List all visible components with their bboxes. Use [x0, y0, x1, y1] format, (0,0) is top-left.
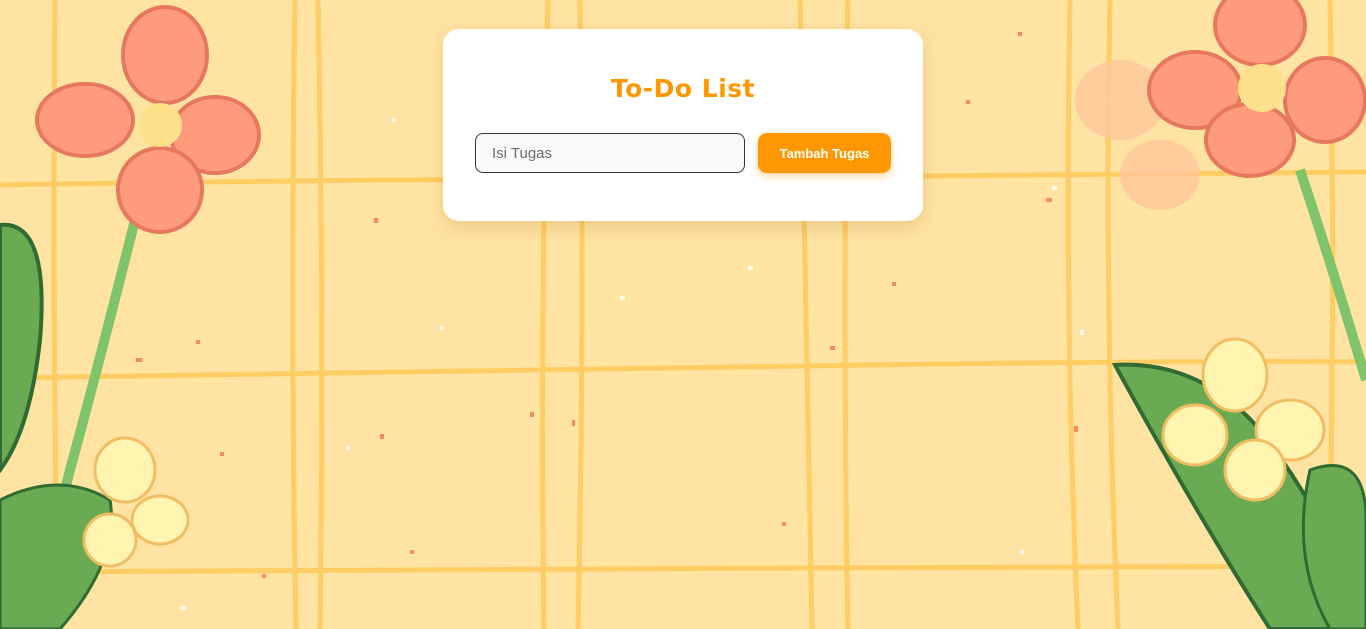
add-task-button[interactable]: Tambah Tugas — [758, 133, 891, 173]
page-title: To-Do List — [610, 74, 756, 103]
todo-card: To-Do List Tambah Tugas — [443, 29, 923, 221]
task-input[interactable] — [475, 133, 745, 173]
